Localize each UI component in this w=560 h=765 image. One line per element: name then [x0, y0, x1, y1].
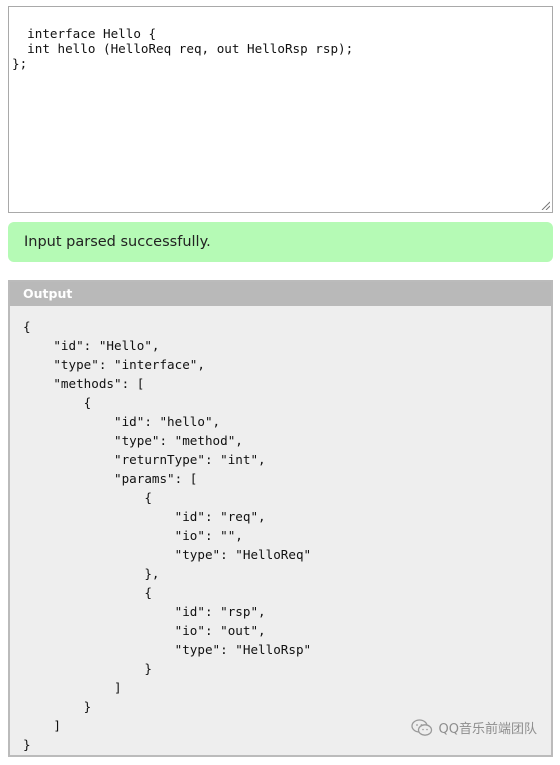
code-input[interactable]: interface Hello { int hello (HelloReq re…	[8, 6, 553, 213]
parse-status-banner: Input parsed successfully.	[8, 222, 553, 262]
wechat-icon	[410, 718, 432, 736]
parse-status-message: Input parsed successfully.	[24, 234, 211, 250]
output-panel-title: Output	[23, 286, 73, 301]
output-json: { "id": "Hello", "type": "interface", "m…	[23, 319, 312, 752]
watermark: QQ音乐前端团队	[410, 718, 537, 737]
output-panel-header: Output	[10, 282, 551, 306]
output-panel: Output { "id": "Hello", "type": "interfa…	[8, 280, 553, 757]
watermark-text: QQ音乐前端团队	[438, 722, 537, 737]
code-input-text: interface Hello { int hello (HelloReq re…	[12, 26, 354, 71]
resize-handle-icon[interactable]	[541, 201, 550, 210]
